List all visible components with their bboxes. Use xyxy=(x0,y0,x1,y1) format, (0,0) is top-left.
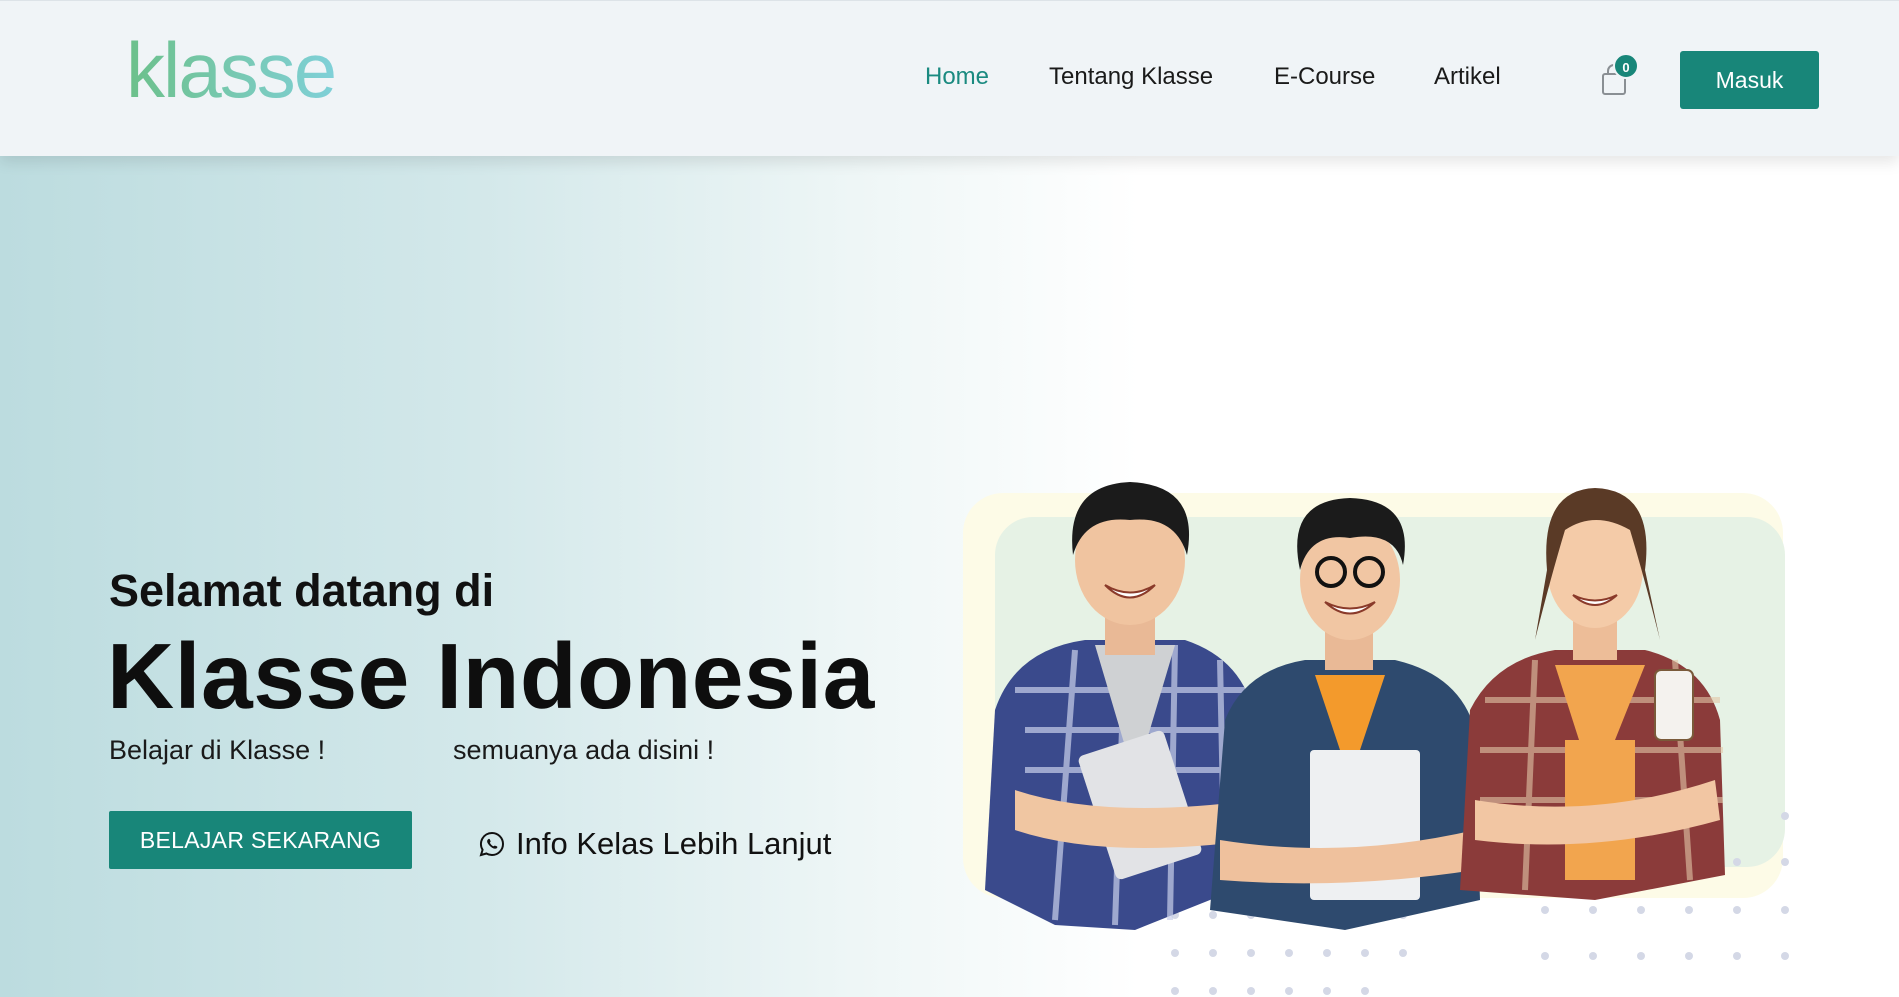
nav-artikel[interactable]: Artikel xyxy=(1434,63,1501,91)
login-button[interactable]: Masuk xyxy=(1680,51,1819,109)
students-illustration xyxy=(963,482,1789,995)
cart-count-badge: 0 xyxy=(1613,53,1639,79)
belajar-sekarang-button[interactable]: BELAJAR SEKARANG xyxy=(109,811,412,869)
nav-e-course[interactable]: E-Course xyxy=(1274,63,1375,91)
whatsapp-icon xyxy=(479,831,504,857)
hero-tagline-left: Belajar di Klasse ! xyxy=(109,735,326,765)
hero-greeting: Selamat datang di xyxy=(109,565,495,616)
hero-headline: Klasse Indonesia xyxy=(107,624,875,728)
nav-home[interactable]: Home xyxy=(925,63,989,91)
nav-tentang-klasse[interactable]: Tentang Klasse xyxy=(1049,63,1213,91)
site-header: klasse Home Tentang Klasse E-Course Arti… xyxy=(0,0,1899,156)
klasse-logo[interactable]: klasse xyxy=(126,31,337,109)
info-kelas-label: Info Kelas Lebih Lanjut xyxy=(516,826,832,861)
hero-tagline-right: semuanya ada disini ! xyxy=(453,735,715,765)
info-kelas-link[interactable]: Info Kelas Lebih Lanjut xyxy=(478,826,831,862)
hero-section: Selamat datang di Klasse Indonesia Belaj… xyxy=(0,156,1899,997)
